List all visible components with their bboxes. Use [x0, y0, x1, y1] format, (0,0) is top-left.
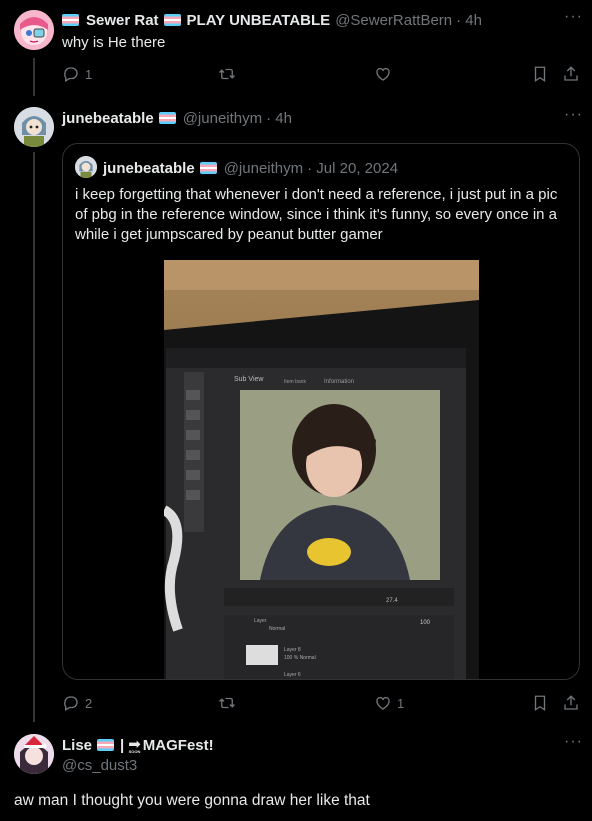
image-zoom-label: 27.4 [386, 598, 398, 604]
handle[interactable]: @cs_dust3 [62, 757, 137, 774]
share-icon [564, 695, 578, 710]
trans-flag-icon [163, 14, 181, 26]
image-layer-label: Layer [254, 618, 267, 624]
avatar [75, 156, 97, 178]
image-opacity-label: 100 [420, 620, 431, 626]
reply-icon [64, 696, 78, 711]
share-button[interactable] [562, 65, 580, 83]
thread-line [33, 152, 35, 722]
retweet-button[interactable] [218, 694, 236, 712]
retweet-icon [219, 697, 235, 709]
display-name[interactable]: junebeatable [62, 110, 154, 127]
thread-line [33, 58, 35, 96]
timestamp[interactable]: · 4h [456, 12, 482, 29]
soon-label: SOON [128, 748, 141, 754]
more-icon[interactable]: ··· [564, 733, 583, 751]
display-name-separator: | [120, 736, 125, 754]
more-icon[interactable]: ··· [564, 106, 583, 124]
avatar[interactable] [14, 734, 54, 774]
reply-button[interactable]: 2 [62, 694, 92, 712]
image-layer-b-label: Layer 6 [284, 672, 301, 678]
display-name-suffix[interactable]: MAGFest! [143, 737, 214, 754]
display-name-suffix[interactable]: PLAY UNBEATABLE [187, 12, 331, 29]
trans-flag-icon [199, 162, 217, 174]
bookmark-button[interactable] [531, 65, 549, 83]
reply-count: 2 [85, 695, 93, 711]
image-layer-a-mode: 100 % Normal [284, 655, 316, 661]
image-item-bank-label: Item bank [284, 379, 306, 385]
quoted-image[interactable]: Sub View Item bank Information 27.4 Laye… [164, 260, 479, 679]
post-text: aw man I thought you were gonna draw her… [14, 792, 370, 809]
post-text: why is He there [62, 34, 166, 51]
quoted-post[interactable]: junebeatable @juneithym · Jul 20, 2024 i… [62, 143, 580, 680]
quoted-handle: @juneithym [223, 159, 304, 177]
bookmark-button[interactable] [531, 694, 549, 712]
avatar[interactable] [14, 107, 54, 147]
timestamp[interactable]: · 4h [266, 110, 292, 127]
trans-flag-icon [158, 112, 176, 124]
heart-icon [376, 67, 390, 81]
retweet-button[interactable] [218, 65, 236, 83]
trans-flag-icon [62, 14, 79, 26]
like-button[interactable] [374, 65, 392, 83]
heart-icon [376, 696, 390, 710]
bookmark-icon [534, 66, 546, 83]
image-layer-a-label: Layer 8 [284, 647, 301, 653]
handle[interactable]: @SewerRattBern [335, 12, 452, 29]
soon-arrow-icon: ➡ SOON [128, 735, 141, 754]
more-icon[interactable]: ··· [564, 8, 583, 26]
quoted-display-name: junebeatable [103, 159, 195, 177]
reply-button[interactable]: 1 [62, 65, 92, 83]
quoted-timestamp: · Jul 20, 2024 [307, 159, 399, 177]
image-normal-label: Normal [269, 626, 285, 632]
handle[interactable]: @juneithym [183, 110, 262, 127]
reply-icon [64, 67, 78, 82]
retweet-icon [219, 68, 235, 80]
like-count: 1 [397, 695, 405, 711]
bookmark-icon [534, 695, 546, 712]
share-button[interactable] [562, 694, 580, 712]
reply-count: 1 [85, 66, 93, 82]
display-name[interactable]: Lise [62, 737, 92, 754]
like-button[interactable]: 1 [374, 694, 404, 712]
image-sub-view-label: Sub View [234, 376, 264, 383]
quoted-text: i keep forgetting that whenever i don't … [75, 186, 558, 243]
display-name[interactable]: Sewer Rat [86, 12, 159, 29]
trans-flag-icon [97, 739, 115, 751]
image-information-label: Information [324, 379, 354, 385]
avatar[interactable] [14, 10, 54, 50]
share-icon [564, 66, 578, 81]
